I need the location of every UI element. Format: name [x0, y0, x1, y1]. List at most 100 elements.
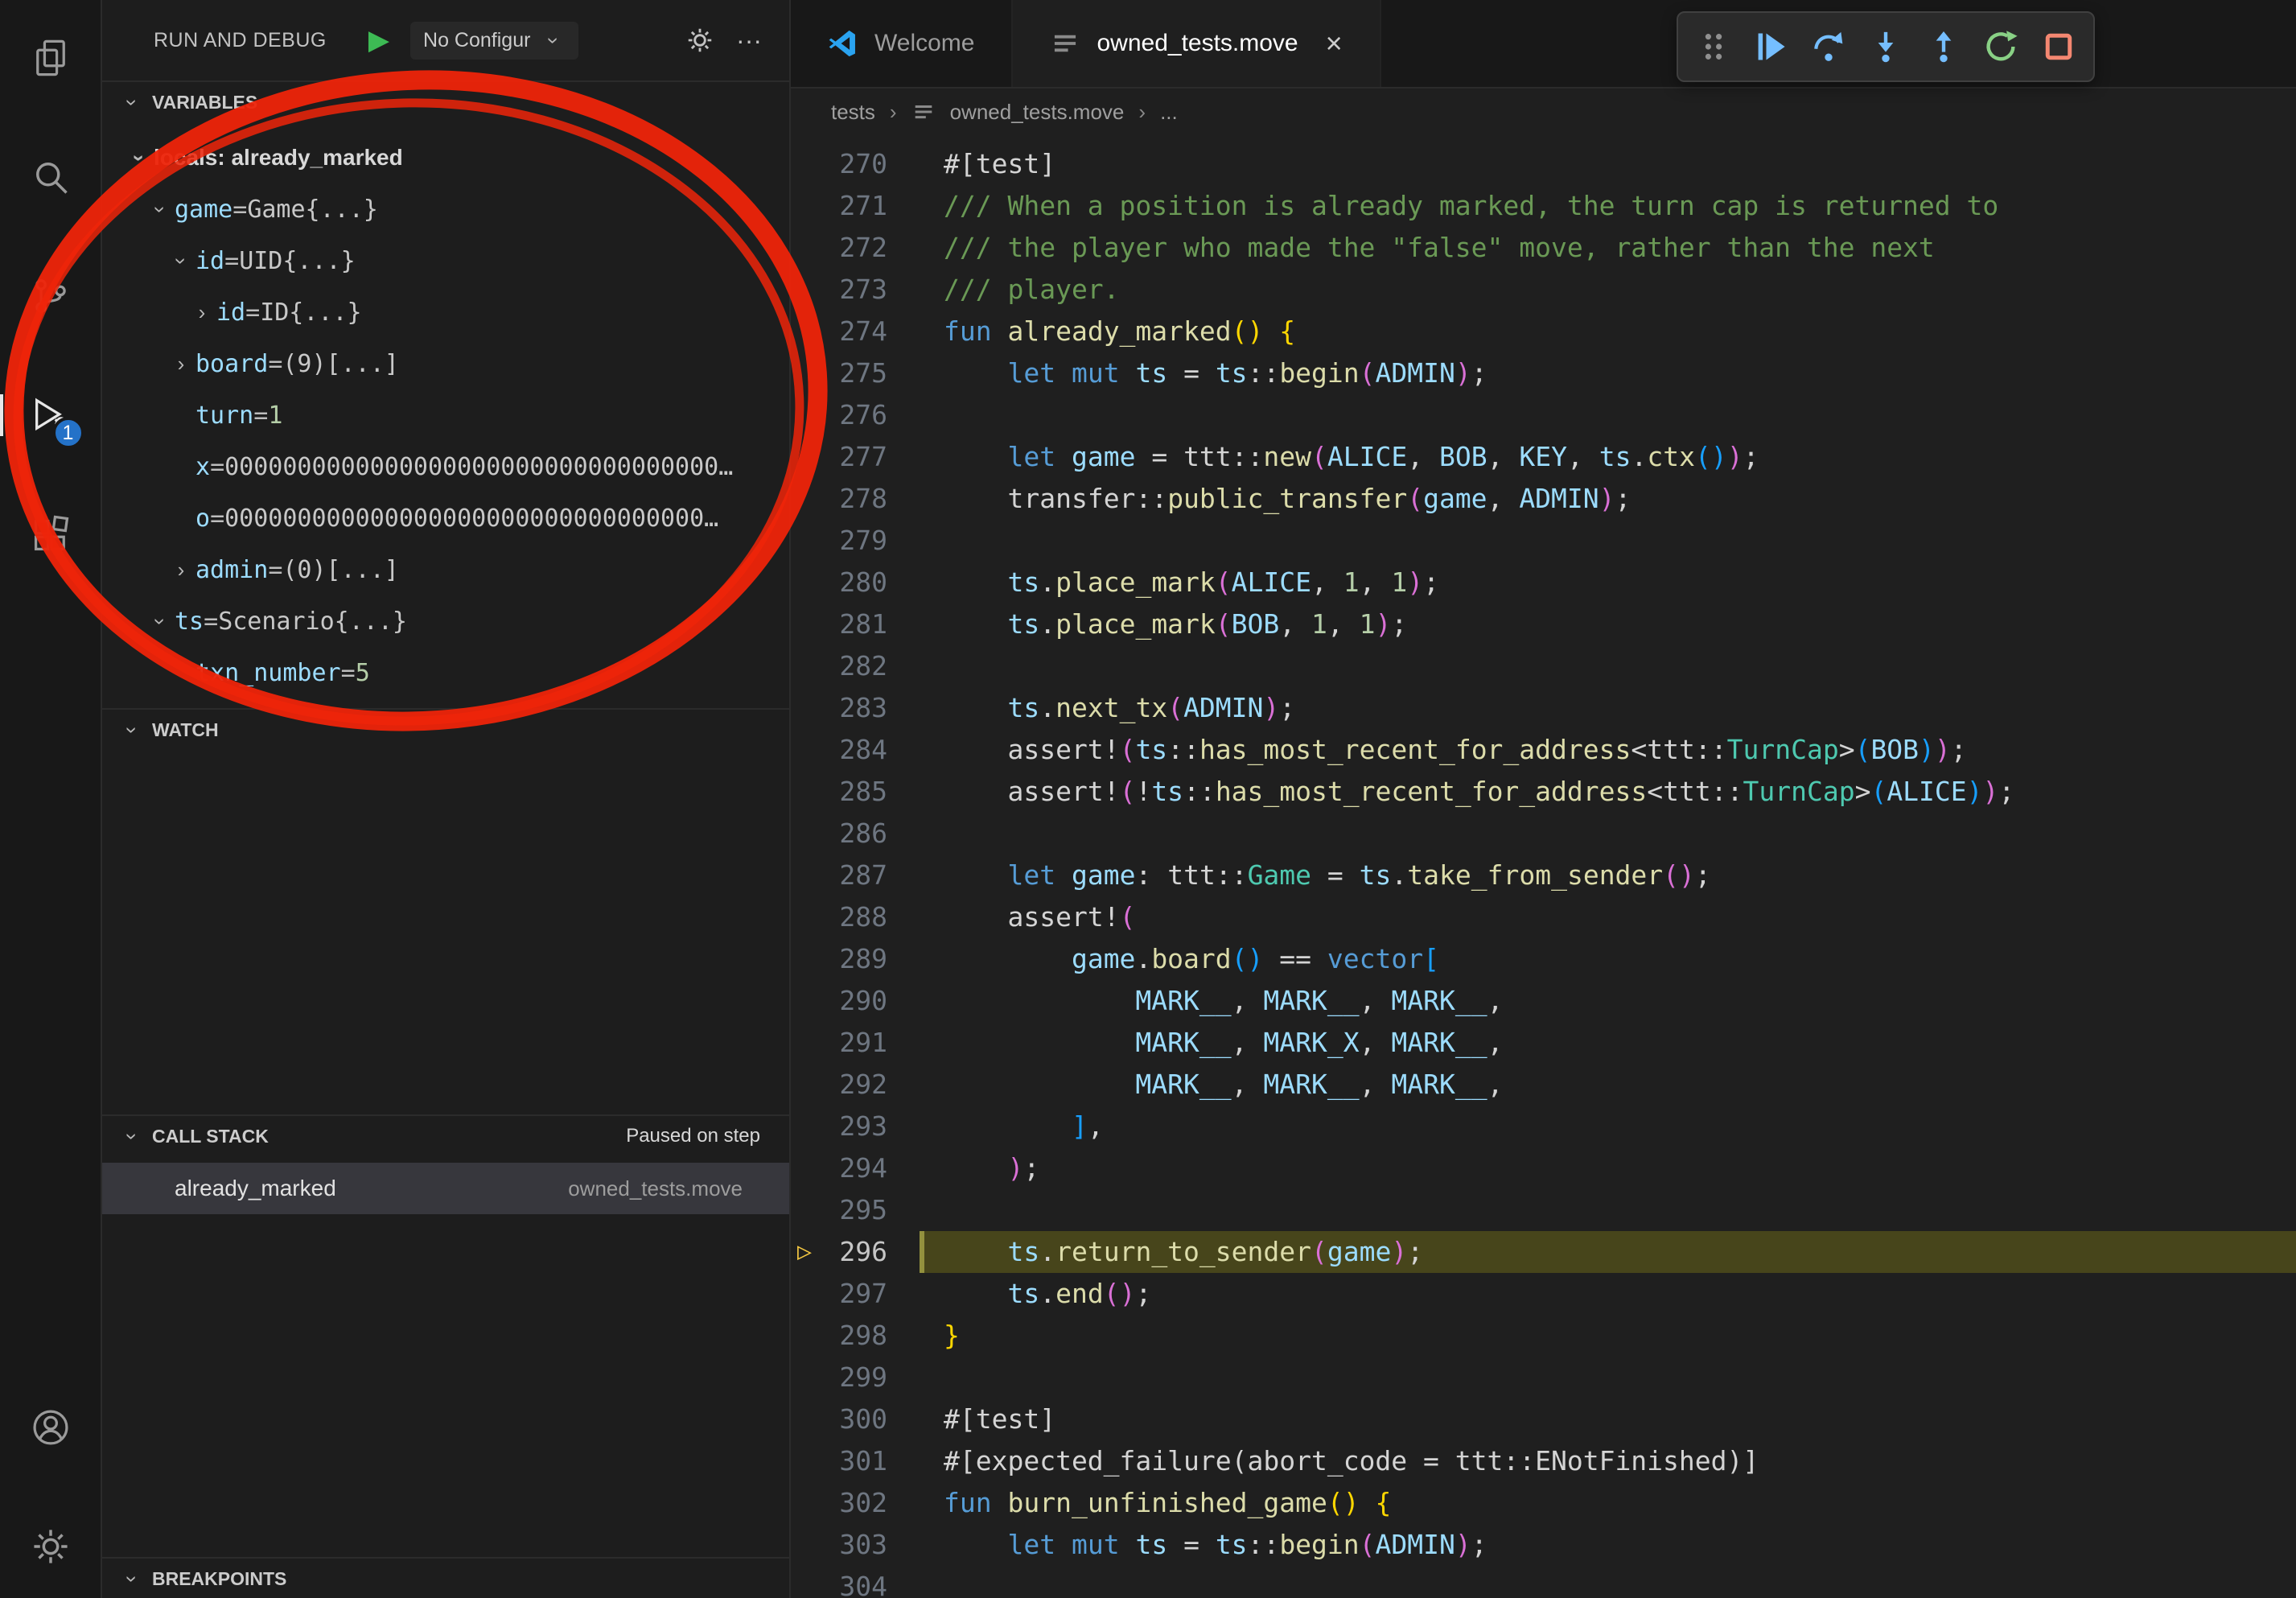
code-text[interactable]: MARK__, MARK__, MARK__, — [920, 980, 2296, 1022]
close-tab-icon[interactable]: × — [1326, 29, 1343, 58]
chevron-down-icon[interactable]: › — [127, 143, 152, 172]
variable-row[interactable]: ›game = Game{...} — [102, 183, 789, 235]
stop-button[interactable] — [2036, 24, 2081, 69]
variable-row[interactable]: turn = 1 — [102, 389, 789, 441]
chevron-down-icon[interactable]: › — [148, 607, 173, 636]
source-control-icon[interactable] — [27, 272, 75, 320]
code-text[interactable] — [920, 520, 2296, 562]
code-text[interactable]: assert!(!ts::has_most_recent_for_address… — [920, 771, 2296, 813]
code-text[interactable]: transfer::public_transfer(game, ADMIN); — [920, 478, 2296, 520]
code-text[interactable]: } — [920, 1315, 2296, 1357]
tab-welcome[interactable]: Welcome — [791, 0, 1013, 87]
line-number[interactable]: 303 — [791, 1524, 920, 1566]
line-number[interactable]: 270 — [791, 143, 920, 185]
code-text[interactable]: ts.place_mark(BOB, 1, 1); — [920, 603, 2296, 645]
breadcrumb-file[interactable]: owned_tests.move — [950, 100, 1125, 125]
tab-owned-tests-move[interactable]: owned_tests.move × — [1013, 0, 1380, 87]
line-number[interactable]: 288 — [791, 896, 920, 938]
breadcrumb-folder[interactable]: tests — [831, 100, 875, 125]
line-number[interactable]: 285 — [791, 771, 920, 813]
code-text[interactable]: #[expected_failure(abort_code = ttt::ENo… — [920, 1440, 2296, 1482]
code-text[interactable]: /// the player who made the "false" move… — [920, 227, 2296, 269]
continue-button[interactable] — [1748, 24, 1793, 69]
code-text[interactable]: MARK__, MARK__, MARK__, — [920, 1064, 2296, 1106]
code-text[interactable] — [920, 394, 2296, 436]
line-number[interactable]: 280 — [791, 562, 920, 603]
variable-row[interactable]: ›admin = (0)[...] — [102, 544, 789, 595]
code-text[interactable]: #[test] — [920, 143, 2296, 185]
line-number[interactable]: 298 — [791, 1315, 920, 1357]
line-number[interactable]: 297 — [791, 1273, 920, 1315]
line-number[interactable]: 272 — [791, 227, 920, 269]
variable-row[interactable]: ›id = ID{...} — [102, 286, 789, 338]
line-number[interactable]: 278 — [791, 478, 920, 520]
line-number[interactable]: 296▷ — [791, 1231, 920, 1273]
line-number[interactable]: 282 — [791, 645, 920, 687]
code-text[interactable] — [920, 645, 2296, 687]
code-text[interactable]: #[test] — [920, 1398, 2296, 1440]
line-number[interactable]: 295 — [791, 1189, 920, 1231]
code-text[interactable]: MARK__, MARK_X, MARK__, — [920, 1022, 2296, 1064]
line-number[interactable]: 291 — [791, 1022, 920, 1064]
code-text[interactable] — [920, 813, 2296, 855]
line-number[interactable]: 299 — [791, 1357, 920, 1398]
code-text[interactable]: assert!(ts::has_most_recent_for_address<… — [920, 729, 2296, 771]
call-stack-frame[interactable]: already_markedowned_tests.move — [102, 1163, 789, 1214]
code-text[interactable]: let game: ttt::Game = ts.take_from_sende… — [920, 855, 2296, 896]
line-number[interactable]: 274 — [791, 311, 920, 352]
code-text[interactable]: fun already_marked() { — [920, 311, 2296, 352]
line-number[interactable]: 283 — [791, 687, 920, 729]
code-text[interactable]: ts.end(); — [920, 1273, 2296, 1315]
variable-row[interactable]: o = 000000000000000000000000000000000… — [102, 492, 789, 544]
line-number[interactable]: 275 — [791, 352, 920, 394]
line-number[interactable]: 286 — [791, 813, 920, 855]
line-number[interactable]: 273 — [791, 269, 920, 311]
more-actions-icon[interactable]: ··· — [736, 26, 762, 56]
chevron-right-icon[interactable]: › — [167, 558, 195, 583]
line-number[interactable]: 279 — [791, 520, 920, 562]
run-and-debug-icon[interactable]: 1 — [27, 391, 75, 439]
extensions-icon[interactable] — [27, 510, 75, 558]
call-stack-section-header[interactable]: › CALL STACK Paused on step — [102, 1114, 789, 1156]
breakpoints-section-header[interactable]: › BREAKPOINTS — [102, 1557, 789, 1598]
line-number[interactable]: 277 — [791, 436, 920, 478]
code-text[interactable]: let mut ts = ts::begin(ADMIN); — [920, 1524, 2296, 1566]
search-icon[interactable] — [27, 153, 75, 201]
line-number[interactable]: 287 — [791, 855, 920, 896]
code-text[interactable]: ts.next_tx(ADMIN); — [920, 687, 2296, 729]
debug-config-dropdown[interactable]: No Configur › — [410, 22, 578, 60]
code-text[interactable] — [920, 1357, 2296, 1398]
code-text[interactable]: ], — [920, 1106, 2296, 1147]
start-debugging-icon[interactable]: ▶ — [368, 24, 389, 56]
code-text[interactable]: /// When a position is already marked, t… — [920, 185, 2296, 227]
line-number[interactable]: 294 — [791, 1147, 920, 1189]
variables-section-header[interactable]: › VARIABLES — [102, 80, 789, 122]
code-text[interactable]: game.board() == vector[ — [920, 938, 2296, 980]
code-text[interactable]: ); — [920, 1147, 2296, 1189]
code-text[interactable]: ts.return_to_sender(game); — [920, 1231, 2296, 1273]
step-into-button[interactable] — [1863, 24, 1908, 69]
line-number[interactable]: 302 — [791, 1482, 920, 1524]
chevron-down-icon[interactable]: › — [148, 195, 173, 224]
toolbar-drag-handle[interactable] — [1691, 24, 1736, 69]
code-text[interactable]: assert!( — [920, 896, 2296, 938]
chevron-right-icon[interactable]: › — [187, 300, 216, 325]
code-text[interactable] — [920, 1566, 2296, 1598]
debug-settings-gear-icon[interactable] — [685, 25, 715, 56]
step-out-button[interactable] — [1921, 24, 1966, 69]
chevron-right-icon[interactable]: › — [167, 352, 195, 377]
chevron-down-icon[interactable]: › — [169, 246, 194, 275]
scope-row[interactable]: ›locals: already_marked — [102, 132, 789, 183]
variable-row[interactable]: ›ts = Scenario{...} — [102, 595, 789, 647]
line-number[interactable]: 271 — [791, 185, 920, 227]
line-number[interactable]: 304 — [791, 1566, 920, 1598]
code-text[interactable]: let game = ttt::new(ALICE, BOB, KEY, ts.… — [920, 436, 2296, 478]
line-number[interactable]: 290 — [791, 980, 920, 1022]
code-text[interactable]: fun burn_unfinished_game() { — [920, 1482, 2296, 1524]
step-over-button[interactable] — [1806, 24, 1851, 69]
watch-section-header[interactable]: › WATCH — [102, 708, 789, 750]
code-text[interactable]: ts.place_mark(ALICE, 1, 1); — [920, 562, 2296, 603]
explorer-icon[interactable] — [27, 34, 75, 82]
line-number[interactable]: 289 — [791, 938, 920, 980]
code-text[interactable] — [920, 1189, 2296, 1231]
